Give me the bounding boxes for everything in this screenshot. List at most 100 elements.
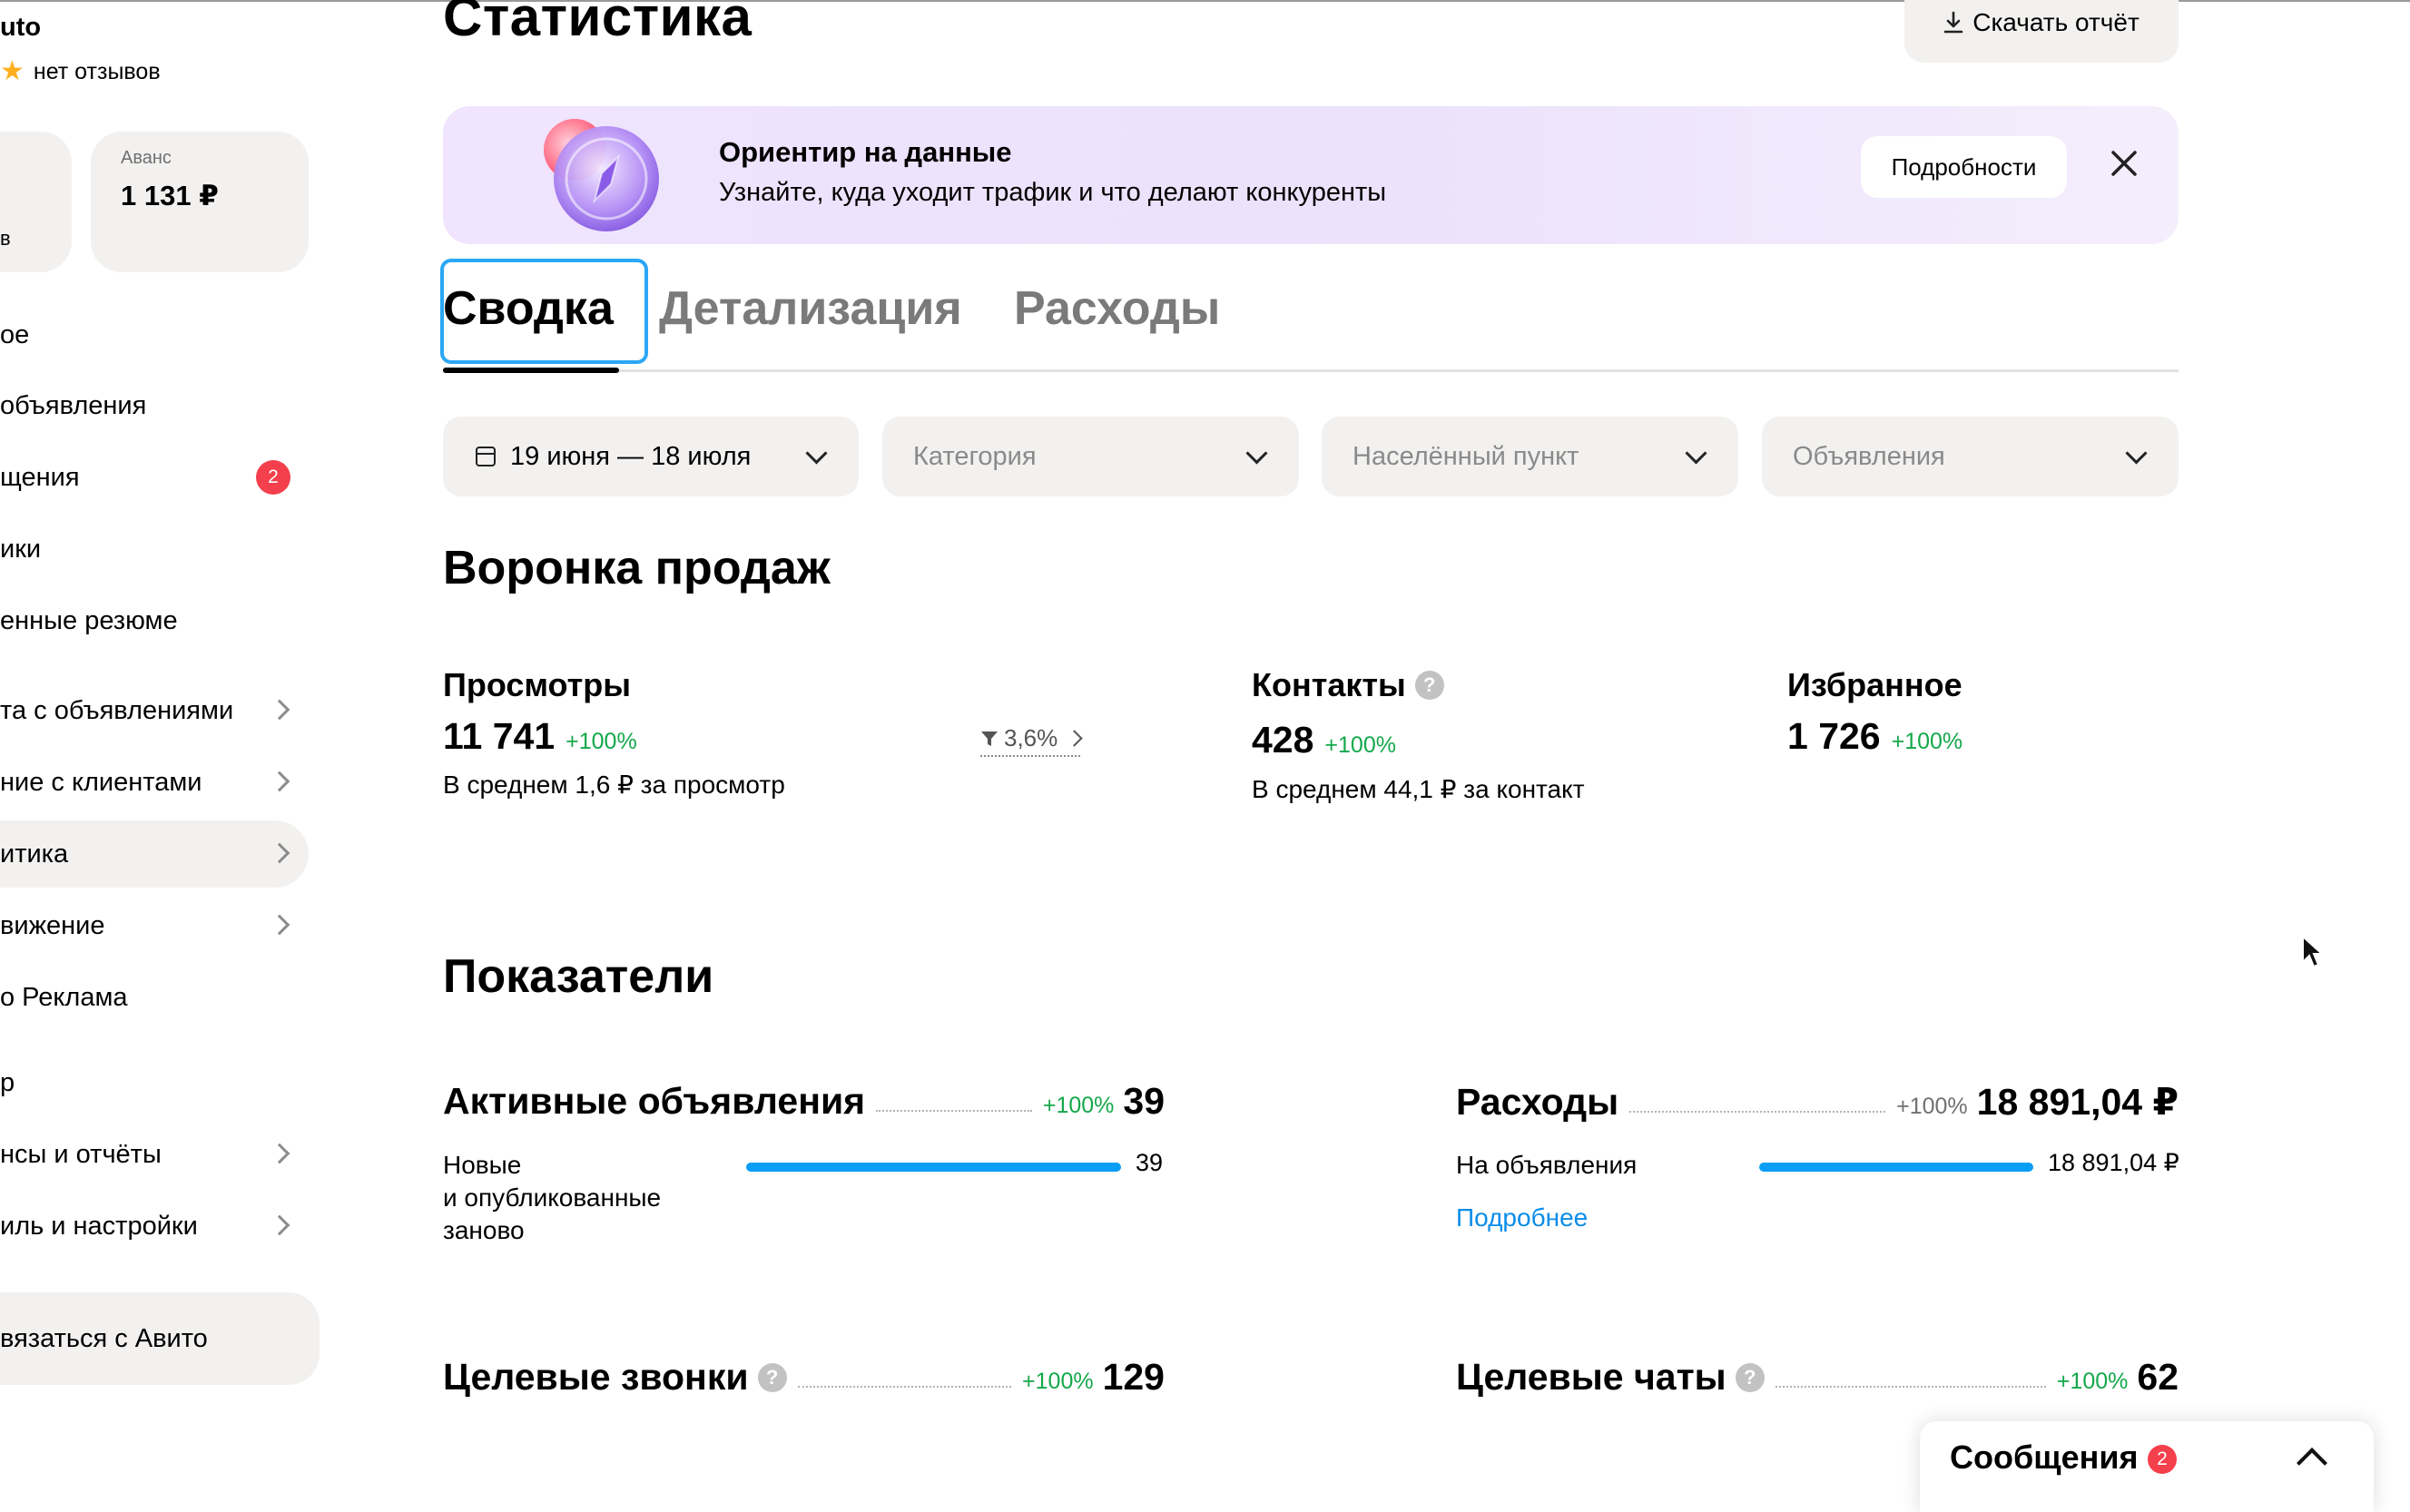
dotted-leader: [876, 1110, 1032, 1112]
sidebar-item-label: ики: [0, 534, 42, 564]
contacts-value: 428: [1252, 719, 1314, 761]
expenses-delta: +100%: [1896, 1094, 1968, 1119]
sidebar-item-other[interactable]: р: [0, 1049, 309, 1116]
ads-select[interactable]: Объявления: [1762, 417, 2179, 496]
sidebar-item-label: объявления: [0, 390, 147, 420]
sidebar-item-label: нсы и отчёты: [0, 1139, 162, 1169]
favorites-delta: +100%: [1891, 729, 1963, 754]
mouse-cursor-icon: [2302, 935, 2325, 968]
location-placeholder: Населённый пункт: [1353, 441, 1579, 471]
target-chats-label: Целевые чаты: [1456, 1356, 1726, 1398]
chevron-right-icon: [269, 1143, 290, 1164]
sidebar-item-ads-work[interactable]: та с объявлениями: [0, 677, 309, 744]
indicators-title: Показатели: [443, 950, 714, 1003]
compass-icon: [544, 119, 659, 231]
download-report-label: Скачать отчёт: [1972, 7, 2139, 36]
views-delta: +100%: [566, 729, 637, 754]
sidebar-item-ads[interactable]: объявления: [0, 372, 309, 439]
chevron-down-icon: [2125, 442, 2148, 465]
sidebar-item-clients[interactable]: ние с клиентами: [0, 749, 309, 816]
contacts-sub: В среднем 44,1 ₽ за контакт: [1252, 775, 1585, 803]
sidebar-item-messages[interactable]: щения 2: [0, 444, 309, 511]
ads-placeholder: Объявления: [1793, 441, 1945, 471]
chevron-right-icon: [269, 1214, 290, 1236]
shop-name[interactable]: uto: [0, 13, 41, 43]
advance-label: Аванс: [121, 148, 172, 168]
location-select[interactable]: Населённый пункт: [1322, 417, 1738, 496]
expenses-bar: [1759, 1163, 2033, 1172]
sidebar-item-analytics[interactable]: итика: [0, 820, 309, 888]
unread-badge: 2: [256, 460, 290, 495]
banner-details-button[interactable]: Подробности: [1861, 136, 2067, 198]
target-calls-title: Целевые звонки ?: [443, 1356, 787, 1399]
active-ads-bar-label: Новые и опубликованные заново: [443, 1151, 662, 1244]
funnel-icon: [981, 731, 998, 746]
advance-value: 1 131 ₽: [121, 180, 219, 211]
sidebar-item-resumes[interactable]: енные резюме: [0, 587, 309, 654]
help-icon[interactable]: ?: [1735, 1362, 1765, 1392]
category-select[interactable]: Категория: [882, 417, 1299, 496]
banner-details-label: Подробности: [1891, 152, 2037, 181]
rating[interactable]: ★ нет отзывов: [0, 58, 161, 85]
favorites-value: 1 726: [1787, 715, 1881, 757]
favorites-metric: 1 726 +100%: [1787, 715, 1962, 758]
expenses-bar-value: 18 891,04 ₽: [2048, 1149, 2179, 1176]
chevron-down-icon: [1245, 442, 1268, 465]
period-value: 19 июня — 18 июля: [510, 441, 752, 471]
views-conversion-link[interactable]: 3,6%: [980, 724, 1083, 757]
sidebar-item-label: р: [0, 1067, 15, 1097]
calendar-icon: [476, 447, 496, 466]
tab-expenses[interactable]: Расходы: [1014, 281, 1220, 336]
expenses-label: Расходы: [1456, 1081, 1619, 1123]
active-ads-label: Активные объявления: [443, 1080, 866, 1122]
sidebar-item-promotion[interactable]: вижение: [0, 892, 309, 959]
banner-text: Узнайте, куда уходит трафик и что делают…: [719, 178, 1387, 207]
target-chats-delta: +100%: [2056, 1369, 2129, 1394]
funnel-title: Воронка продаж: [443, 542, 831, 594]
target-chats-value: 62: [2137, 1356, 2179, 1398]
active-ads-delta: +100%: [1042, 1093, 1115, 1118]
sidebar-item-label: енные резюме: [0, 605, 178, 635]
sidebar-item-profile[interactable]: иль и настройки: [0, 1193, 309, 1260]
help-icon[interactable]: ?: [757, 1362, 787, 1392]
close-icon[interactable]: [2104, 143, 2144, 183]
active-ads-value: 39: [1123, 1080, 1165, 1122]
views-metric: 11 741 +100%: [443, 715, 637, 758]
sidebar-item-label: иль и настройки: [0, 1211, 198, 1241]
sidebar-item-favorites[interactable]: ики: [0, 515, 309, 583]
contact-avito-button[interactable]: вязаться с Авито: [0, 1292, 320, 1385]
category-placeholder: Категория: [913, 441, 1037, 471]
dotted-leader: [1629, 1111, 1886, 1113]
tab-details[interactable]: Детализация: [659, 281, 962, 336]
wallet-card[interactable]: [0, 132, 72, 272]
help-icon[interactable]: ?: [1414, 671, 1444, 700]
sidebar-item-label: та с объявлениями: [0, 695, 234, 725]
tab-focus-ring: [440, 259, 648, 364]
views-title: Просмотры: [443, 666, 631, 704]
expenses-details-link[interactable]: Подробнее: [1456, 1203, 1588, 1232]
active-tab-indicator: [443, 368, 619, 373]
contacts-delta: +100%: [1324, 732, 1396, 758]
target-calls-label: Целевые звонки: [443, 1356, 749, 1398]
chevron-down-icon: [805, 442, 828, 465]
chevron-right-icon: [269, 842, 290, 864]
favorites-title: Избранное: [1787, 666, 1962, 704]
banner-title: Ориентир на данные: [719, 136, 1012, 168]
dotted-leader: [1775, 1386, 2046, 1388]
sidebar-item-label: вижение: [0, 910, 105, 940]
sidebar-item-finance[interactable]: нсы и отчёты: [0, 1121, 309, 1188]
messages-widget-label[interactable]: Сообщения: [1950, 1438, 2139, 1477]
wallet-card-label: в: [0, 227, 11, 250]
download-report-button[interactable]: Скачать отчёт: [1904, 0, 2179, 63]
sidebar-item-main[interactable]: ое: [0, 301, 309, 368]
target-chats-title: Целевые чаты ?: [1456, 1356, 1765, 1399]
expenses-row: Расходы +100% 18 891,04 ₽: [1456, 1080, 2179, 1124]
sidebar-item-advertising[interactable]: о Реклама: [0, 964, 309, 1031]
period-select[interactable]: 19 июня — 18 июля: [443, 417, 859, 496]
contacts-metric: 428 +100%: [1252, 719, 1396, 761]
views-value: 11 741: [443, 715, 556, 757]
active-ads-bar-value: 39: [1136, 1149, 1164, 1176]
tabs-divider: [443, 369, 2179, 372]
chevron-right-icon: [269, 771, 290, 792]
target-calls-row: Целевые звонки ? +100% 129: [443, 1356, 1165, 1399]
